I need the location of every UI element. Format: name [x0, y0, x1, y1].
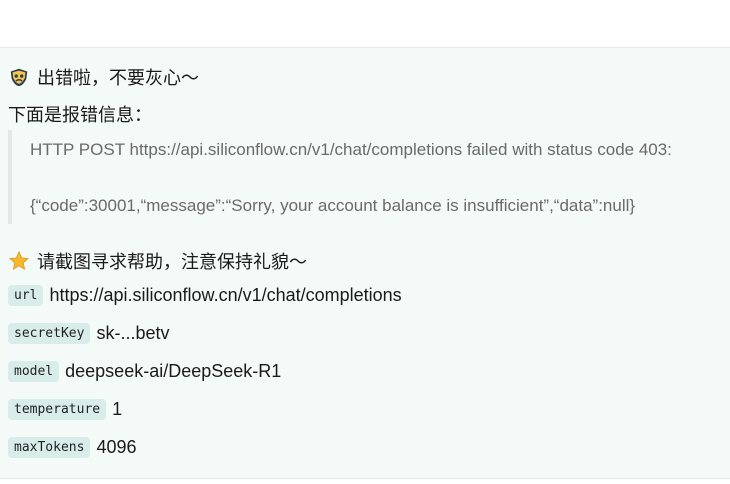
param-value: https://api.siliconflow.cn/v1/chat/compl…: [49, 285, 402, 305]
param-key: url: [8, 285, 44, 306]
error-subtitle: 下面是报错信息：: [8, 105, 152, 125]
param-row-model: model deepseek-ai/DeepSeek-R1: [8, 361, 281, 382]
error-title-row: 出错啦，不要灰心～: [8, 64, 199, 90]
param-value: deepseek-ai/DeepSeek-R1: [65, 361, 282, 381]
param-value: sk-...betv: [96, 323, 170, 343]
param-value: 4096: [96, 437, 137, 457]
param-key: temperature: [8, 399, 107, 420]
error-title: 出错啦，不要灰心～: [37, 68, 199, 88]
param-row-temperature: temperature 1: [8, 399, 122, 420]
error-detail-line: HTTP POST https://api.siliconflow.cn/v1/…: [30, 140, 672, 159]
param-key: model: [8, 361, 60, 382]
param-row-secretkey: secretKey sk-...betv: [8, 323, 169, 344]
error-detail-quote: HTTP POST https://api.siliconflow.cn/v1/…: [8, 130, 730, 224]
help-row: 请截图寻求帮助，注意保持礼貌～: [8, 248, 307, 274]
sad-mask-icon: [10, 68, 28, 87]
error-message-panel: 出错啦，不要灰心～ 下面是报错信息： HTTP POST https://api…: [0, 48, 730, 479]
param-key: secretKey: [8, 323, 91, 344]
param-key: maxTokens: [8, 437, 91, 458]
param-row-url: url https://api.siliconflow.cn/v1/chat/c…: [8, 285, 402, 306]
star-icon: [8, 250, 30, 271]
error-detail-json: {“code”:30001,“message”:“Sorry, your acc…: [30, 196, 636, 215]
param-row-maxtokens: maxTokens 4096: [8, 437, 137, 458]
param-value: 1: [112, 399, 123, 419]
help-text: 请截图寻求帮助，注意保持礼貌～: [37, 252, 307, 272]
top-blank-area: [0, 0, 730, 48]
